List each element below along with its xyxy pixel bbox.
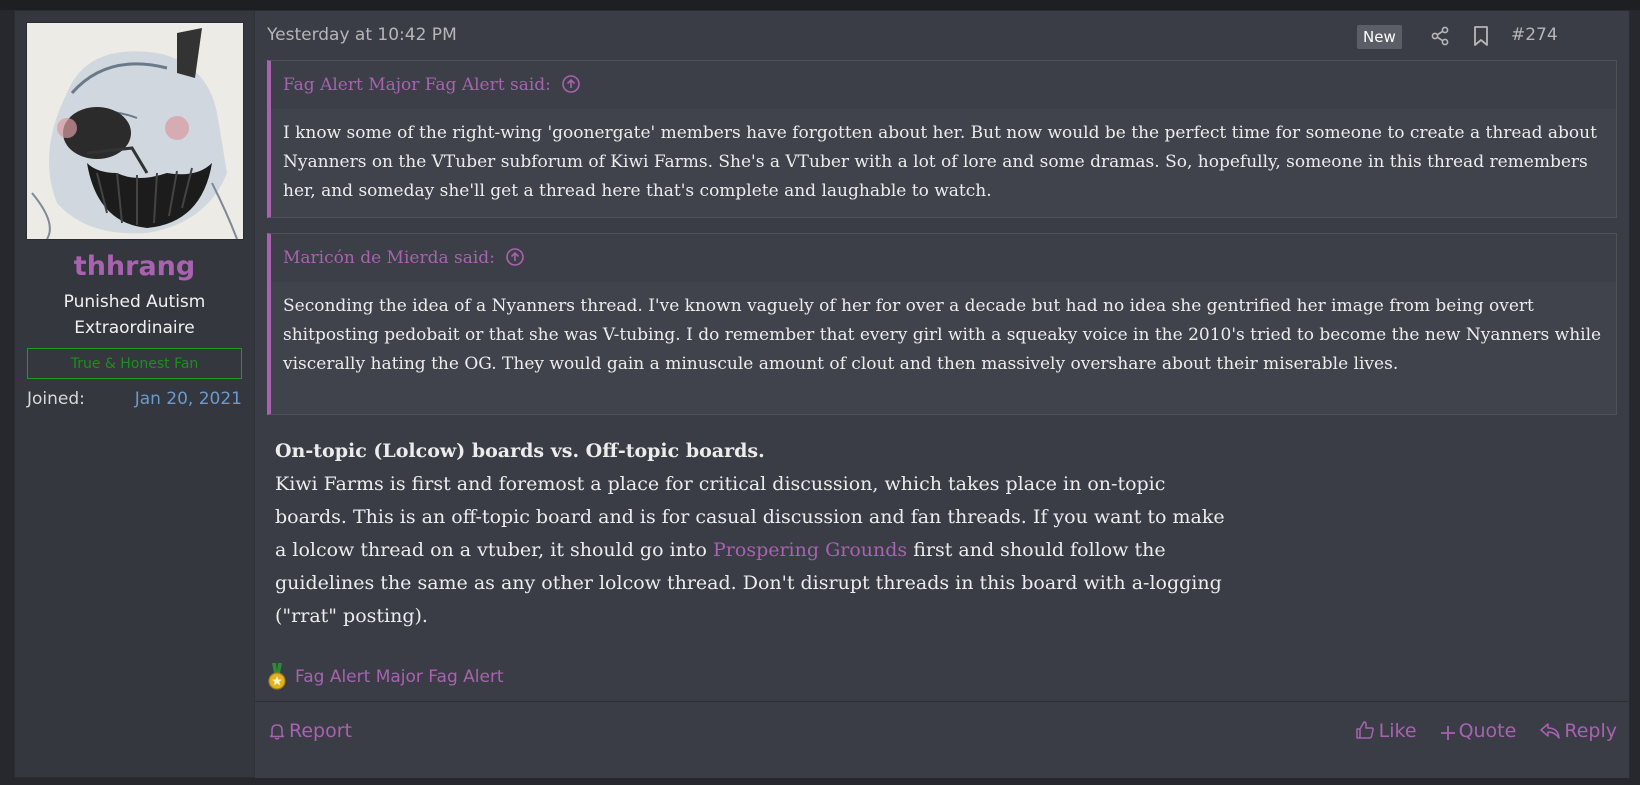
like-button[interactable]: Like bbox=[1355, 720, 1423, 742]
quote-header[interactable]: Fag Alert Major Fag Alert said: bbox=[271, 61, 1616, 109]
rules-title: On-topic (Lolcow) boards vs. Off-topic b… bbox=[275, 440, 765, 462]
reply-label: Reply bbox=[1564, 720, 1617, 742]
post-main: Yesterday at 10:42 PM New #274 Fag Alert… bbox=[255, 11, 1629, 778]
joined-date: Jan 20, 2021 bbox=[134, 389, 242, 409]
reaction-user[interactable]: Fag Alert Major Fag Alert bbox=[295, 667, 504, 687]
go-to-quote-icon[interactable] bbox=[562, 75, 581, 93]
joined-label: Joined: bbox=[27, 389, 85, 409]
quote-text: Seconding the idea of a Nyanners thread.… bbox=[283, 296, 1602, 374]
board-rules-notice: On-topic (Lolcow) boards vs. Off-topic b… bbox=[267, 421, 1617, 651]
bell-icon bbox=[269, 724, 285, 740]
user-avatar[interactable] bbox=[26, 22, 244, 240]
quote-label: Quote bbox=[1458, 720, 1517, 742]
quote-text: I know some of the right-wing 'goonergat… bbox=[283, 123, 1597, 201]
post-number[interactable]: #274 bbox=[1511, 25, 1558, 45]
rules-text: On-topic (Lolcow) boards vs. Off-topic b… bbox=[275, 435, 1235, 633]
post-actions: Like Quote Reply bbox=[1337, 720, 1617, 742]
reply-icon bbox=[1540, 723, 1561, 739]
quote-author[interactable]: Fag Alert Major Fag Alert said: bbox=[283, 75, 551, 95]
plus-icon bbox=[1440, 726, 1455, 740]
post-footer: Report Like Quote Reply bbox=[255, 701, 1629, 778]
quote-button[interactable]: Quote bbox=[1440, 720, 1523, 742]
quote-block: Fag Alert Major Fag Alert said: I know s… bbox=[267, 60, 1617, 218]
quote-block: Maricón de Mierda said: Seconding the id… bbox=[267, 233, 1617, 415]
report-label: Report bbox=[289, 720, 352, 742]
bookmark-icon[interactable] bbox=[1472, 26, 1490, 46]
medal-icon bbox=[268, 663, 286, 690]
report-button[interactable]: Report bbox=[269, 720, 352, 742]
user-info-panel: thhrang Punished Autism Extraordinaire T… bbox=[15, 11, 255, 777]
user-banner: True & Honest Fan bbox=[27, 348, 242, 379]
post-date[interactable]: Yesterday at 10:42 PM bbox=[267, 25, 457, 45]
new-badge: New bbox=[1357, 25, 1402, 49]
thumbs-up-icon bbox=[1355, 721, 1374, 739]
top-bar bbox=[0, 0, 1640, 10]
reply-button[interactable]: Reply bbox=[1540, 720, 1617, 742]
quote-author[interactable]: Maricón de Mierda said: bbox=[283, 248, 495, 268]
username[interactable]: thhrang bbox=[15, 251, 254, 282]
go-to-quote-icon[interactable] bbox=[506, 248, 525, 266]
like-label: Like bbox=[1378, 720, 1417, 742]
avatar-drawing bbox=[27, 23, 243, 239]
prospering-grounds-link[interactable]: Prospering Grounds bbox=[713, 539, 907, 561]
forum-post: thhrang Punished Autism Extraordinaire T… bbox=[14, 10, 1630, 778]
quote-header[interactable]: Maricón de Mierda said: bbox=[271, 234, 1616, 282]
share-icon[interactable] bbox=[1430, 26, 1450, 46]
user-title: Punished Autism Extraordinaire bbox=[63, 292, 206, 338]
